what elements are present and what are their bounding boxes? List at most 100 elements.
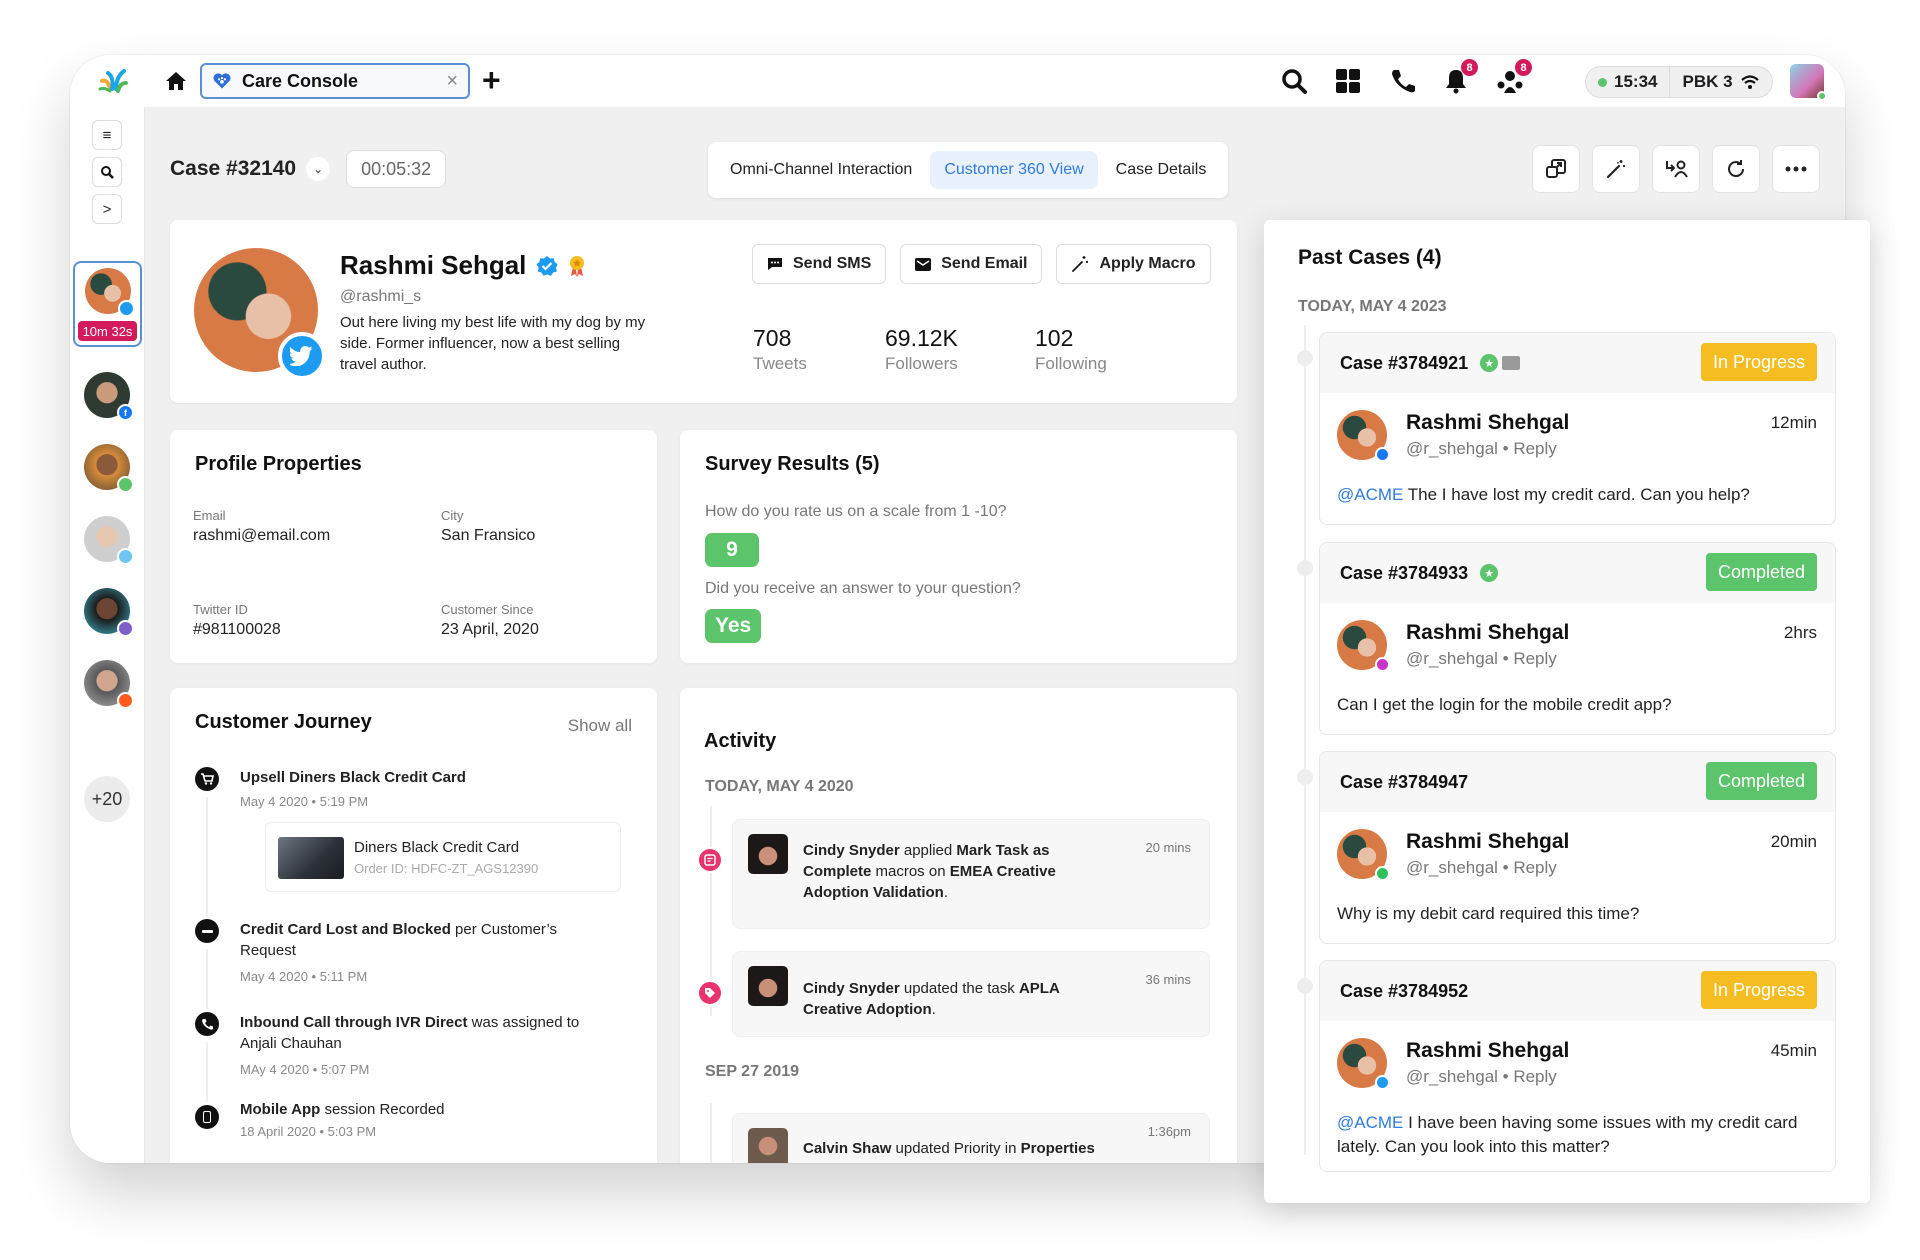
customer-journey-card: Customer Journey Show all Upsell Diners … (170, 688, 657, 1163)
customer-handle[interactable]: @r_shehgal • Reply (1406, 858, 1557, 878)
case-status-badge: Completed (1705, 553, 1817, 591)
activity-item[interactable]: Cindy Snyder applied Mark Task as Comple… (732, 819, 1210, 929)
customer-handle: @rashmi_s (340, 288, 422, 305)
timeline-line (710, 1103, 712, 1163)
conversation-avatar[interactable]: f (84, 372, 134, 421)
notifications-button[interactable]: 8 (1442, 59, 1478, 95)
activity-time: 1:36pm (1147, 1124, 1191, 1139)
past-case-card[interactable]: Case #3784921 ★ In Progress Rashmi Shehgal @… (1319, 332, 1836, 525)
case-header: Case #3784947 Completed (1320, 752, 1835, 812)
activity-punct: . (943, 884, 948, 901)
timeline-dot (1297, 350, 1313, 366)
team-button[interactable]: 8 (1496, 59, 1532, 95)
conversation-avatar[interactable] (84, 588, 134, 637)
tab-omni-channel[interactable]: Omni-Channel Interaction (716, 151, 926, 189)
viber-channel-icon (117, 620, 134, 637)
agent-status-pill[interactable]: 15:34 PBK 3 (1585, 66, 1773, 98)
case-header: Case #3784933 ★ Completed (1320, 543, 1835, 603)
stat-label: Followers (885, 354, 958, 373)
customer-since-value: 23 April, 2020 (441, 621, 539, 638)
case-message: Why is my debit card required this time? (1337, 902, 1815, 926)
product-card[interactable]: Diners Black Credit Card Order ID: HDFC-… (265, 822, 621, 892)
tab-customer-360[interactable]: Customer 360 View (930, 151, 1098, 189)
apply-macro-button[interactable]: Apply Macro (1056, 244, 1211, 284)
twitter-id-label: Twitter ID (193, 602, 248, 617)
customer-handle[interactable]: @r_shehgal • Reply (1406, 439, 1557, 459)
customer-handle[interactable]: @r_shehgal • Reply (1406, 1067, 1557, 1087)
journey-date: 18 April 2020 • 5:03 PM (240, 1124, 377, 1139)
email-value: rashmi@email.com (193, 527, 331, 544)
activity-title: Activity (704, 730, 777, 752)
survey-title: Survey Results (5) (705, 453, 880, 475)
reddit-channel-icon (117, 692, 134, 709)
transfer-button[interactable] (1652, 145, 1700, 193)
send-sms-label: Send SMS (793, 255, 872, 272)
conversation-avatar[interactable] (84, 660, 134, 709)
case-status-badge: In Progress (1700, 971, 1817, 1009)
timeline-line (1304, 325, 1306, 1155)
case-header: Case #3784952 In Progress (1320, 961, 1835, 1021)
active-conversation[interactable]: 10m 32s (73, 261, 142, 347)
journey-title-bold: Mobile App (240, 1101, 321, 1118)
rail-search-button[interactable] (92, 157, 122, 187)
case-message: Can I get the login for the mobile credi… (1337, 693, 1815, 717)
brand-logo (98, 69, 128, 93)
past-case-card[interactable]: Case #3784952 In Progress Rashmi Shehgal @r… (1319, 960, 1836, 1172)
mention-link[interactable]: @ACME (1337, 485, 1403, 504)
popout-button[interactable] (1532, 145, 1580, 193)
credit-card-image (278, 837, 344, 879)
refresh-button[interactable] (1712, 145, 1760, 193)
search-icon[interactable] (1280, 67, 1308, 95)
home-icon[interactable] (164, 69, 188, 93)
activity-date-header: SEP 27 2019 (705, 1063, 800, 1080)
activity-item[interactable]: Calvin Shaw updated Priority in Properti… (732, 1113, 1210, 1163)
menu-button[interactable]: ≡ (92, 120, 122, 150)
journey-title: Credit Card Lost and Blocked per Custome… (240, 919, 610, 961)
user-avatar[interactable] (1790, 64, 1827, 101)
customer-journey-title: Customer Journey (195, 711, 372, 733)
stat-value: 69.12K (885, 325, 958, 351)
stat-value: 708 (753, 325, 792, 351)
more-actions-button[interactable] (1772, 145, 1820, 193)
conversation-avatar[interactable] (84, 444, 134, 493)
customer-handle[interactable]: @r_shehgal • Reply (1406, 649, 1557, 669)
stat-label: Following (1035, 354, 1107, 373)
apps-grid-icon[interactable] (1334, 67, 1362, 95)
send-email-label: Send Email (941, 255, 1028, 272)
transfer-user-icon (1666, 160, 1688, 178)
mention-link[interactable]: @ACME (1337, 1113, 1403, 1132)
macro-button[interactable] (1592, 145, 1640, 193)
journey-title-bold: Credit Card Lost and Blocked (240, 921, 451, 938)
customer-name: Rashmi Shehgal (1406, 411, 1570, 434)
star-icon: ★ (1480, 564, 1499, 582)
twitter-badge (278, 332, 326, 380)
queue-label: PBK 3 (1682, 72, 1733, 91)
care-heart-icon (213, 73, 231, 89)
send-sms-button[interactable]: Send SMS (752, 244, 887, 284)
expand-rail-button[interactable]: > (92, 194, 122, 224)
journey-title: Inbound Call through IVR Direct was assi… (240, 1012, 610, 1054)
close-tab-icon[interactable]: × (446, 71, 458, 91)
past-case-card[interactable]: Case #3784933 ★ Completed Rashmi Shehgal @r_… (1319, 542, 1836, 735)
send-email-button[interactable]: Send Email (900, 244, 1043, 284)
past-case-card[interactable]: Case #3784947 Completed Rashmi Shehgal @r_s… (1319, 751, 1836, 944)
phone-icon[interactable] (1388, 67, 1416, 95)
cart-icon (195, 767, 219, 791)
new-tab-button[interactable]: + (482, 64, 501, 96)
channel-icon (1375, 866, 1390, 881)
case-dropdown-chevron-icon[interactable]: ⌄ (306, 157, 331, 181)
case-timer: 00:05:32 (346, 150, 447, 188)
case-id: Case #3784952 (1340, 980, 1469, 1001)
past-cases-panel: Past Cases (4) TODAY, MAY 4 2023 Case #3… (1264, 220, 1870, 1203)
conversation-avatar[interactable] (84, 516, 134, 565)
twitter-icon (290, 346, 313, 366)
show-all-link[interactable]: Show all (568, 716, 632, 736)
more-conversations-button[interactable]: +20 (84, 776, 130, 822)
tab-care-console[interactable]: Care Console × (200, 63, 470, 99)
activity-item[interactable]: Cindy Snyder updated the task APLA Creat… (732, 951, 1210, 1037)
customer-profile-card: Rashmi Sehgal @rashmi_s Out here living … (170, 220, 1237, 403)
top-bar: Care Console × + 8 8 15:34 PBK 3 (70, 55, 1845, 107)
verified-icon (536, 255, 559, 276)
agent-avatar (748, 834, 788, 874)
tab-case-details[interactable]: Case Details (1102, 151, 1221, 189)
